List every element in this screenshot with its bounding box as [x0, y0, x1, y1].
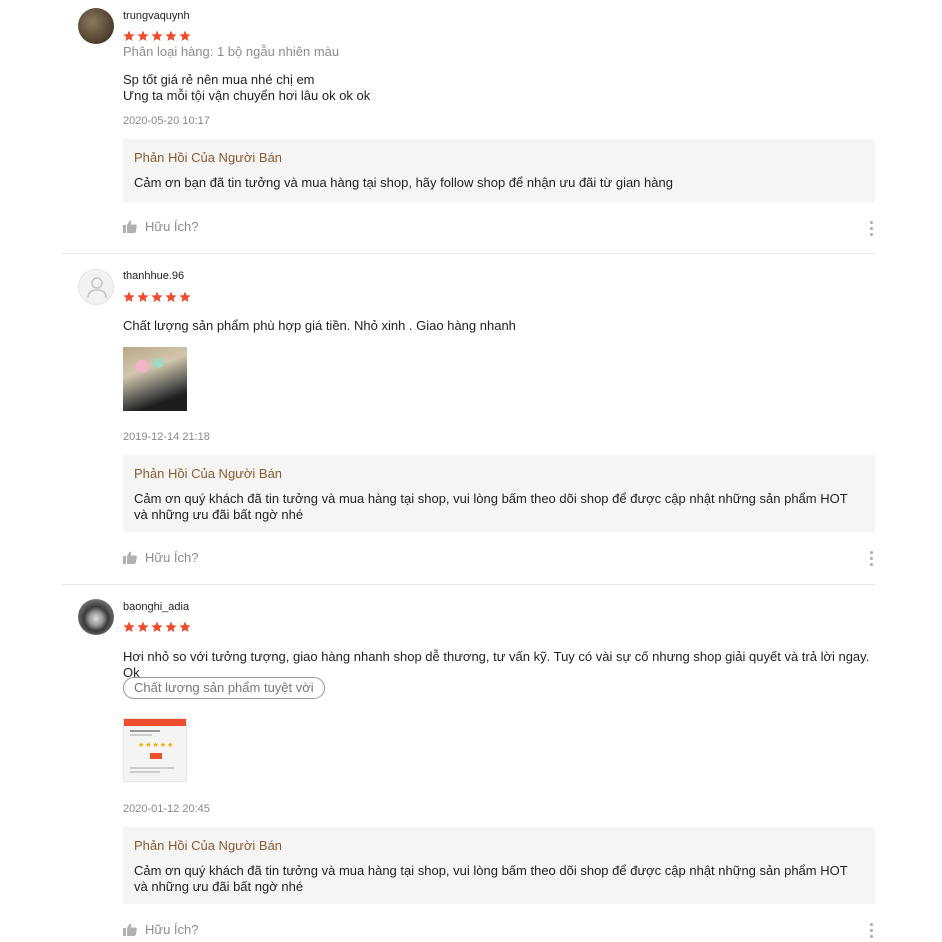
star-icon [137, 621, 149, 632]
star-icon [151, 291, 163, 302]
review-content: Sp tốt giá rẻ nên mua nhé chị em Ưng ta … [123, 72, 371, 103]
more-options-icon[interactable] [869, 221, 875, 239]
star-icon [151, 621, 163, 632]
star-icon [179, 621, 191, 632]
review-image-thumbnail[interactable] [123, 347, 187, 411]
avatar[interactable] [78, 269, 114, 305]
rating-stars [123, 29, 193, 41]
seller-reply-title: Phản Hồi Của Người Bán [134, 838, 283, 853]
rating-stars [123, 290, 193, 302]
star-icon [165, 291, 177, 302]
helpful-button[interactable]: Hữu Ích? [123, 550, 199, 565]
star-icon [165, 30, 177, 41]
user-placeholder-icon [87, 277, 107, 299]
helpful-label: Hữu Ích? [145, 922, 199, 937]
review-image-thumbnail[interactable]: ★★★★★ [123, 718, 187, 782]
review-username[interactable]: thanhhue.96 [123, 270, 184, 282]
star-icon [179, 291, 191, 302]
star-icon [179, 30, 191, 41]
review-date: 2020-01-12 20:45 [123, 803, 210, 815]
seller-reply: Phản Hồi Của Người Bán Cảm ơn bạn đã tin… [123, 139, 875, 202]
seller-reply-title: Phản Hồi Của Người Bán [134, 150, 283, 165]
avatar[interactable] [78, 8, 114, 44]
product-variant: Phân loại hàng: 1 bộ ngẫu nhiên màu [123, 44, 340, 59]
review-username[interactable]: trungvaquynh [123, 10, 190, 22]
star-icon [137, 30, 149, 41]
seller-reply-text: Cảm ơn quý khách đã tin tưởng và mua hàn… [134, 863, 848, 894]
star-icon [123, 291, 135, 302]
star-icon [123, 621, 135, 632]
star-icon [165, 621, 177, 632]
helpful-label: Hữu Ích? [145, 219, 199, 234]
review-content: Chất lượng sản phẩm phù hợp giá tiền. Nh… [123, 318, 516, 333]
helpful-label: Hữu Ích? [145, 550, 199, 565]
review-username[interactable]: baonghi_adia [123, 601, 189, 613]
more-options-icon[interactable] [869, 551, 875, 569]
thumbs-up-icon [123, 923, 137, 936]
more-options-icon[interactable] [869, 923, 875, 941]
review-date: 2019-12-14 21:18 [123, 431, 210, 443]
seller-reply-text: Cảm ơn bạn đã tin tưởng và mua hàng tại … [134, 175, 673, 190]
seller-reply-title: Phản Hồi Của Người Bán [134, 466, 283, 481]
seller-reply-text: Cảm ơn quý khách đã tin tưởng và mua hàn… [134, 491, 848, 522]
star-icon [137, 291, 149, 302]
star-icon [123, 30, 135, 41]
review-tag: Chất lượng sản phẩm tuyệt vời [123, 677, 325, 699]
review-date: 2020-05-20 10:17 [123, 115, 210, 127]
seller-reply: Phản Hồi Của Người Bán Cảm ơn quý khách … [123, 827, 875, 904]
avatar[interactable] [78, 599, 114, 635]
review-divider [62, 253, 875, 254]
rating-stars [123, 620, 193, 632]
star-icon [151, 30, 163, 41]
helpful-button[interactable]: Hữu Ích? [123, 219, 199, 234]
review-divider [62, 584, 875, 585]
seller-reply: Phản Hồi Của Người Bán Cảm ơn quý khách … [123, 455, 875, 532]
helpful-button[interactable]: Hữu Ích? [123, 922, 199, 937]
thumbs-up-icon [123, 551, 137, 564]
thumbs-up-icon [123, 220, 137, 233]
